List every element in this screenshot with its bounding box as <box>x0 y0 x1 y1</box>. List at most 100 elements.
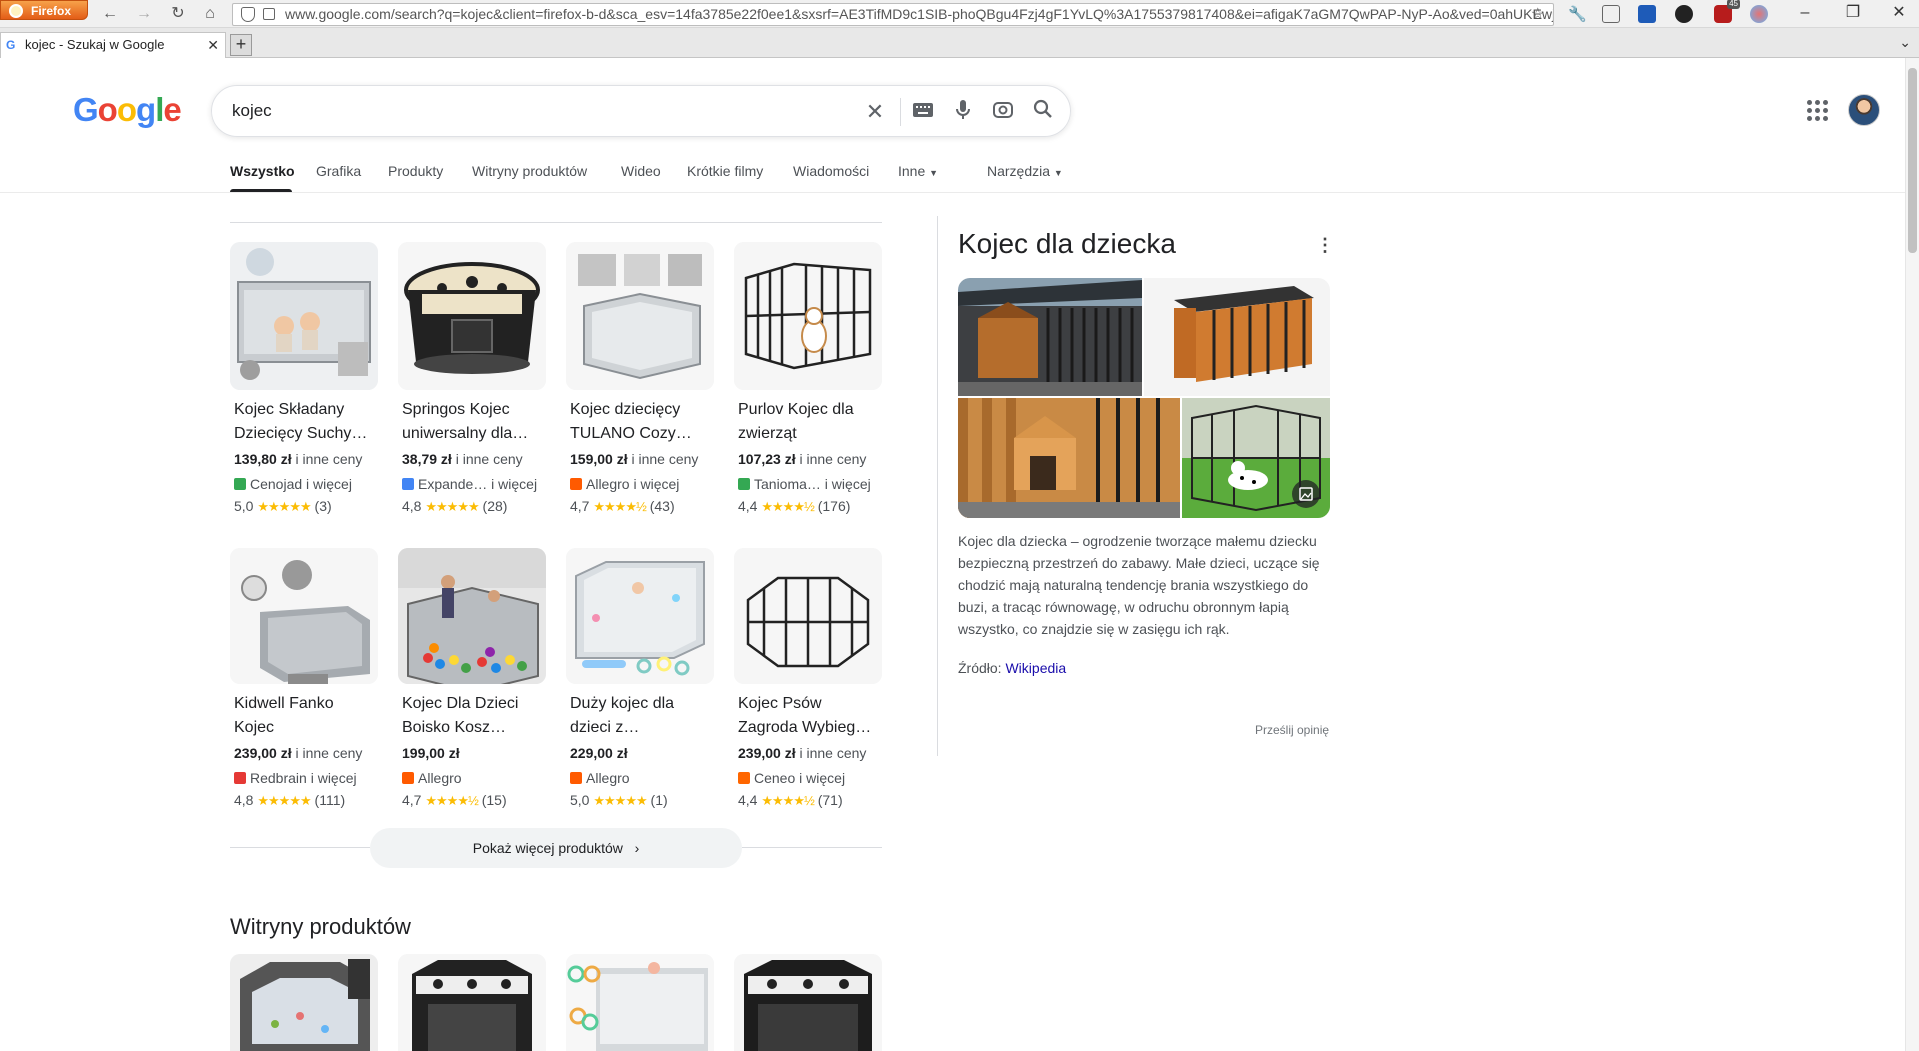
product-card[interactable]: Kojec Dla Dzieci Boisko Kosz… 199,00 zł A… <box>398 548 546 811</box>
search-input[interactable]: kojec <box>232 101 272 121</box>
kennel-image-4[interactable] <box>1182 398 1330 518</box>
product-image[interactable] <box>734 242 882 390</box>
image-gallery-icon[interactable] <box>1292 480 1320 508</box>
tab-product-sites[interactable]: Witryny produktów <box>472 163 587 179</box>
product-price: 139,80 zł i inne ceny <box>230 449 378 469</box>
microphone-icon[interactable] <box>950 99 976 125</box>
product-title[interactable]: Duży kojec dla dzieci z… <box>566 692 714 740</box>
back-icon[interactable]: ← <box>98 4 122 24</box>
kennel-image-2[interactable] <box>1144 278 1330 396</box>
product-image[interactable] <box>230 548 378 684</box>
product-card[interactable]: Kidwell Fanko Kojec 239,00 zł i inne ceny… <box>230 548 378 811</box>
logo-letter: o <box>116 91 137 128</box>
tab-tools[interactable]: Narzędzia ▼ <box>987 163 1063 179</box>
page-scrollbar[interactable] <box>1905 58 1919 1051</box>
tab-video[interactable]: Wideo <box>621 163 661 179</box>
url-text[interactable]: www.google.com/search?q=kojec&client=fir… <box>285 6 1553 22</box>
product-title[interactable]: Kojec Dla Dzieci Boisko Kosz… <box>398 692 546 740</box>
account-avatar[interactable] <box>1848 94 1880 126</box>
clear-icon[interactable]: ✕ <box>862 99 888 125</box>
browser-tab[interactable]: G kojec - Szukaj w Google ✕ <box>0 32 226 58</box>
store-logo-icon <box>570 478 582 490</box>
knowledge-panel-images[interactable] <box>958 278 1330 518</box>
show-more-products-button[interactable]: Pokaż więcej produktów › <box>370 828 742 868</box>
bookmark-star-icon[interactable]: ☆ <box>1531 4 1545 25</box>
product-image[interactable] <box>398 548 546 684</box>
product-image[interactable] <box>566 242 714 390</box>
wrench-icon[interactable]: 🔧 <box>1568 5 1587 23</box>
products-bottom-divider <box>230 847 370 848</box>
minimize-icon[interactable]: – <box>1790 2 1820 24</box>
product-site-card[interactable] <box>566 954 714 1051</box>
source-label: Źródło: <box>958 660 1002 676</box>
product-title[interactable]: Kojec Składany Dziecięcy Suchy… <box>230 398 378 446</box>
extension-blue-icon[interactable] <box>1638 5 1656 23</box>
product-title[interactable]: Kojec dziecięcy TULANO Cozy… <box>566 398 714 446</box>
product-title[interactable]: Kidwell Fanko Kojec <box>230 692 378 740</box>
more-options-icon[interactable]: ⋮ <box>1316 236 1334 254</box>
product-card[interactable]: Springos Kojec uniwersalny dla… 38,79 zł … <box>398 242 546 517</box>
product-card[interactable]: Kojec dziecięcy TULANO Cozy… 159,00 zł i … <box>566 242 714 517</box>
lock-icon[interactable] <box>263 8 275 20</box>
firefox-menu-button[interactable]: Firefox <box>0 0 88 20</box>
extensions-icon[interactable] <box>1602 5 1620 23</box>
product-rating: 4,8 ★★★★★ (111) <box>230 790 378 811</box>
tab-tools-label: Narzędzia <box>987 163 1051 179</box>
search-box[interactable]: kojec ✕ <box>211 85 1071 137</box>
profile-extension-icon[interactable] <box>1750 5 1768 23</box>
product-image[interactable] <box>398 242 546 390</box>
ublock-icon[interactable]: 45 <box>1714 0 1740 23</box>
price-value: 239,00 zł <box>234 745 292 761</box>
product-site-card[interactable] <box>734 954 882 1051</box>
product-price: 107,23 zł i inne ceny <box>734 449 882 469</box>
product-card[interactable]: Duży kojec dla dzieci z… 229,00 zł Allegr… <box>566 548 714 811</box>
price-suffix: i inne ceny <box>295 745 363 761</box>
keyboard-icon[interactable] <box>910 99 936 125</box>
tab-close-icon[interactable]: ✕ <box>207 33 219 57</box>
kennel-image-3[interactable] <box>958 398 1180 518</box>
product-image[interactable] <box>230 242 378 390</box>
price-value: 38,79 zł <box>402 451 452 467</box>
url-bar[interactable]: www.google.com/search?q=kojec&client=fir… <box>232 3 1554 26</box>
price-value: 107,23 zł <box>738 451 796 467</box>
tab-news[interactable]: Wiadomości <box>793 163 869 179</box>
lens-camera-icon[interactable] <box>990 99 1016 125</box>
restore-icon[interactable]: ❐ <box>1838 2 1868 24</box>
tracking-shield-icon[interactable] <box>241 7 255 22</box>
wikipedia-link[interactable]: Wikipedia <box>1005 660 1066 676</box>
forward-icon[interactable]: → <box>132 4 156 24</box>
product-card[interactable]: Purlov Kojec dla zwierząt 107,23 zł i inn… <box>734 242 882 517</box>
caret-down-icon: ▼ <box>1053 168 1063 178</box>
tab-all[interactable]: Wszystko <box>230 163 295 179</box>
tab-short-videos[interactable]: Krótkie filmy <box>687 163 763 179</box>
reload-icon[interactable]: ↻ <box>166 4 190 24</box>
kennel-image-1[interactable] <box>958 278 1142 396</box>
product-title[interactable]: Kojec Psów Zagroda Wybieg… <box>734 692 882 740</box>
store-logo-icon <box>738 772 750 784</box>
store-name: Ceneo i więcej <box>754 770 846 786</box>
product-title[interactable]: Purlov Kojec dla zwierząt <box>734 398 882 446</box>
google-logo[interactable]: Google <box>73 91 182 129</box>
feedback-link[interactable]: Prześlij opinię <box>1255 723 1329 737</box>
product-title[interactable]: Springos Kojec uniwersalny dla… <box>398 398 546 446</box>
extension-w-icon[interactable] <box>1675 5 1693 23</box>
home-icon[interactable]: ⌂ <box>198 4 222 24</box>
tab-products[interactable]: Produkty <box>388 163 443 179</box>
google-apps-icon[interactable] <box>1807 100 1829 122</box>
product-card[interactable]: Kojec Składany Dziecięcy Suchy… 139,80 zł… <box>230 242 378 517</box>
tab-list-icon[interactable]: ⌄ <box>1899 34 1911 51</box>
product-site-card[interactable] <box>398 954 546 1051</box>
product-card[interactable]: Kojec Psów Zagroda Wybieg… 239,00 zł i in… <box>734 548 882 811</box>
tab-more[interactable]: Inne ▼ <box>898 163 938 179</box>
product-price: 159,00 zł i inne ceny <box>566 449 714 469</box>
product-image[interactable] <box>566 548 714 684</box>
product-image[interactable] <box>734 548 882 684</box>
tab-images[interactable]: Grafika <box>316 163 361 179</box>
search-icon[interactable] <box>1030 99 1056 125</box>
close-window-icon[interactable]: ✕ <box>1884 2 1914 24</box>
product-store: Redbrain i więcej <box>230 768 378 788</box>
review-count: (111) <box>314 792 346 808</box>
scrollbar-thumb[interactable] <box>1908 68 1917 253</box>
product-site-card[interactable] <box>230 954 378 1051</box>
new-tab-button[interactable]: + <box>230 34 252 56</box>
